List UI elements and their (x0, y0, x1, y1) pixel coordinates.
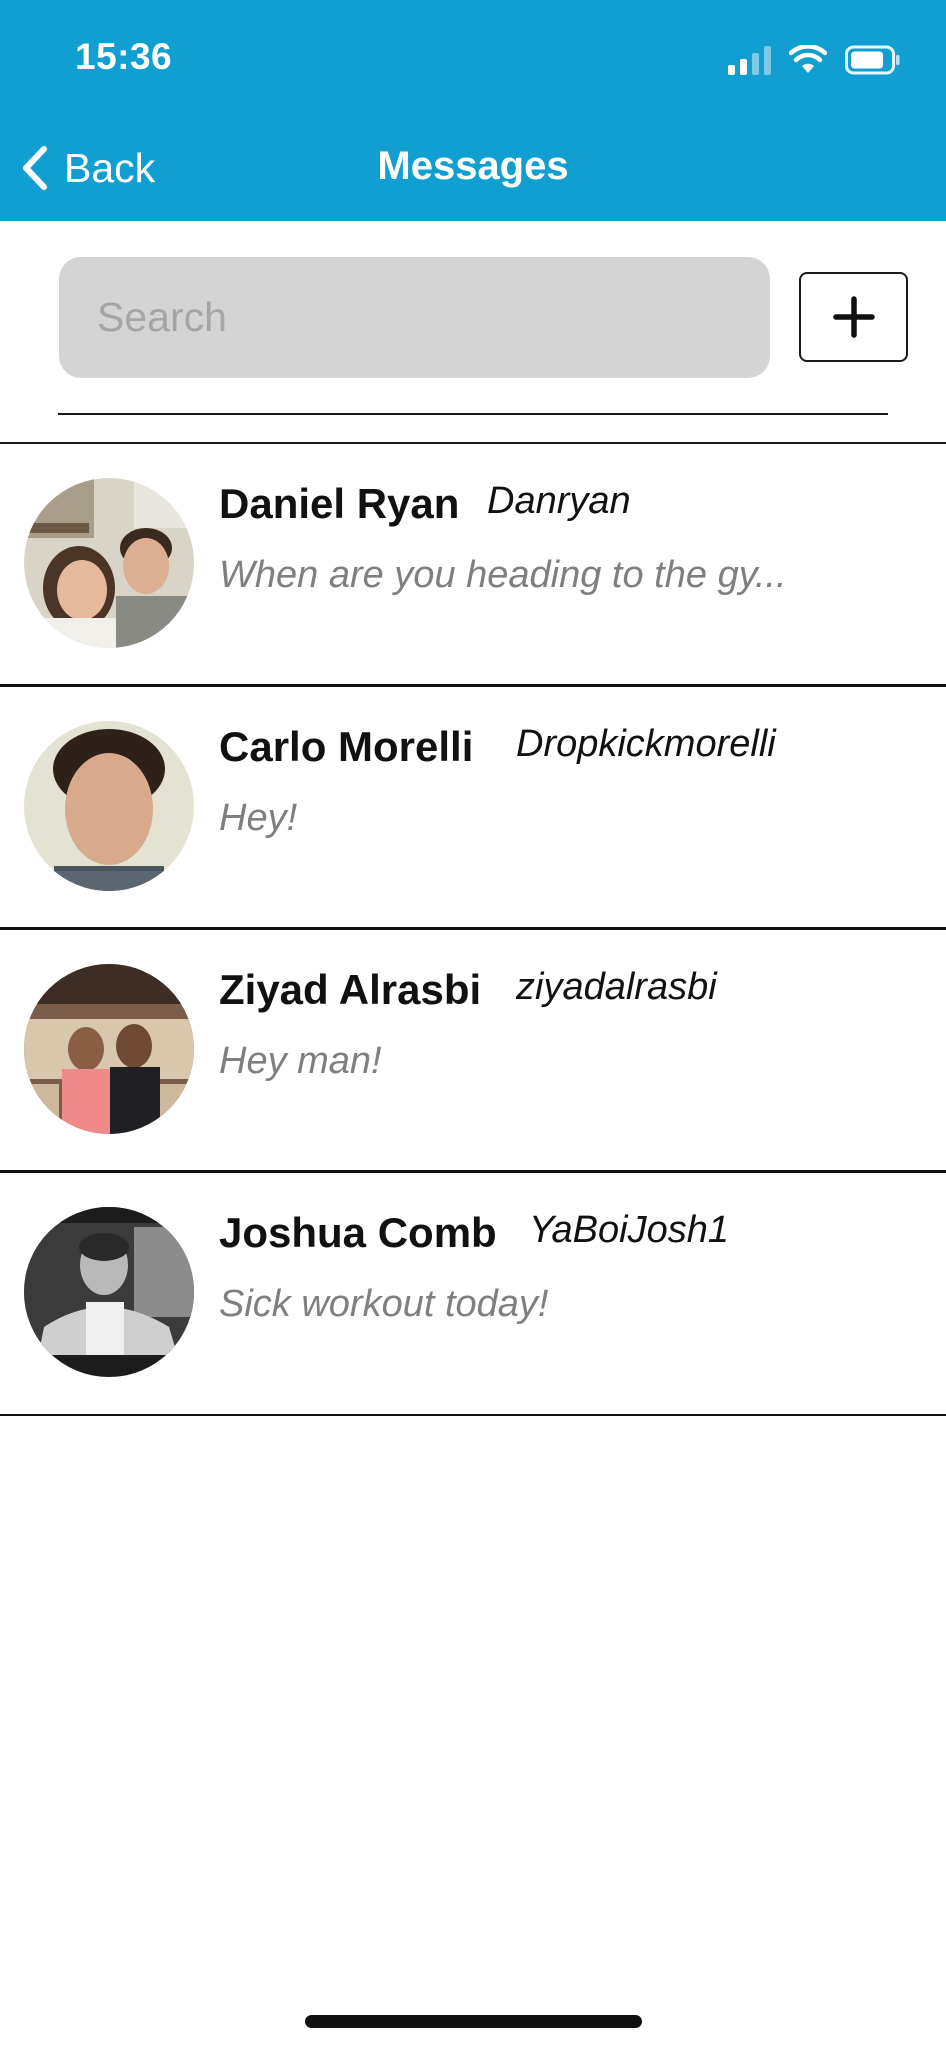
avatar (24, 1207, 194, 1377)
wifi-icon (789, 45, 827, 75)
status-icons (728, 42, 901, 78)
status-time: 15:36 (75, 36, 173, 77)
conversation-item[interactable]: Joshua Comb YaBoiJosh1 Sick workout toda… (0, 1173, 946, 1416)
contact-username: ziyadalrasbi (516, 966, 717, 1008)
home-indicator (305, 2015, 642, 2028)
cellular-signal-icon (728, 45, 771, 75)
search-divider (58, 413, 888, 415)
plus-icon (832, 296, 875, 338)
battery-icon (845, 45, 901, 75)
contact-name: Daniel Ryan (219, 480, 460, 527)
message-preview: Hey man! (219, 1040, 382, 1082)
avatar (24, 964, 194, 1134)
contact-name: Ziyad Alrasbi (219, 966, 482, 1013)
messages-screen: 15:36 Back Messages Search Daniel Ryan D… (0, 0, 946, 2048)
avatar (24, 478, 194, 648)
new-message-button[interactable] (799, 272, 908, 362)
message-preview: When are you heading to the gy... (219, 554, 787, 596)
contact-username: YaBoiJosh1 (529, 1209, 729, 1251)
search-input[interactable] (59, 257, 770, 378)
contact-name: Carlo Morelli (219, 723, 474, 770)
page-title: Messages (377, 144, 569, 188)
contact-username: Dropkickmorelli (516, 723, 776, 765)
conversation-list: Daniel Ryan Danryan When are you heading… (0, 444, 946, 1416)
conversation-item[interactable]: Ziyad Alrasbi ziyadalrasbi Hey man! (0, 930, 946, 1173)
conversation-item[interactable]: Daniel Ryan Danryan When are you heading… (0, 444, 946, 687)
message-preview: Hey! (219, 797, 298, 839)
contact-name: Joshua Comb (219, 1209, 497, 1256)
contact-username: Danryan (487, 480, 631, 522)
avatar (24, 721, 194, 891)
header-bar: 15:36 Back Messages (0, 0, 946, 221)
message-preview: Sick workout today! (219, 1283, 549, 1325)
conversation-item[interactable]: Carlo Morelli Dropkickmorelli Hey! (0, 687, 946, 930)
